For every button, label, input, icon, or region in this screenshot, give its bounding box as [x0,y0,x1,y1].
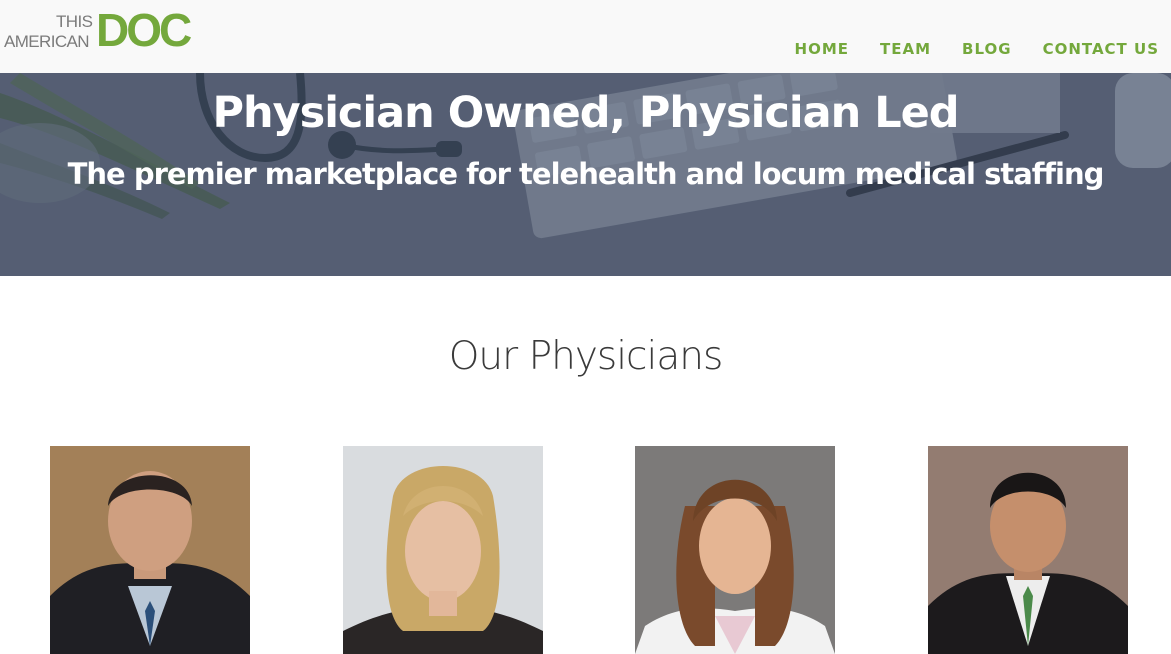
logo-text-doc: DOC [96,4,192,56]
hero-subtitle: The premier marketplace for telehealth a… [67,157,1105,191]
physician-photo-1[interactable] [50,446,250,654]
nav-home[interactable]: HOME [795,40,849,58]
nav-blog[interactable]: BLOG [962,40,1012,58]
nav-team[interactable]: TEAM [880,40,931,58]
logo-text-this: THIS [56,12,93,31]
site-header: THIS AMERICAN DOC HOME TEAM BLOG CONTACT… [0,0,1171,73]
site-logo[interactable]: THIS AMERICAN DOC [4,6,192,54]
physician-photo-3[interactable] [635,446,835,654]
physician-photo-4[interactable] [928,446,1128,654]
hero-banner: Physician Owned, Physician Led The premi… [0,73,1171,276]
logo-text-american: AMERICAN [4,32,90,51]
hero-title: Physician Owned, Physician Led [212,88,959,138]
main-nav: HOME TEAM BLOG CONTACT US [764,40,1159,58]
physician-photo-2[interactable] [343,446,543,654]
nav-contact-us[interactable]: CONTACT US [1043,40,1159,58]
physicians-section-title: Our Physicians [448,334,724,379]
